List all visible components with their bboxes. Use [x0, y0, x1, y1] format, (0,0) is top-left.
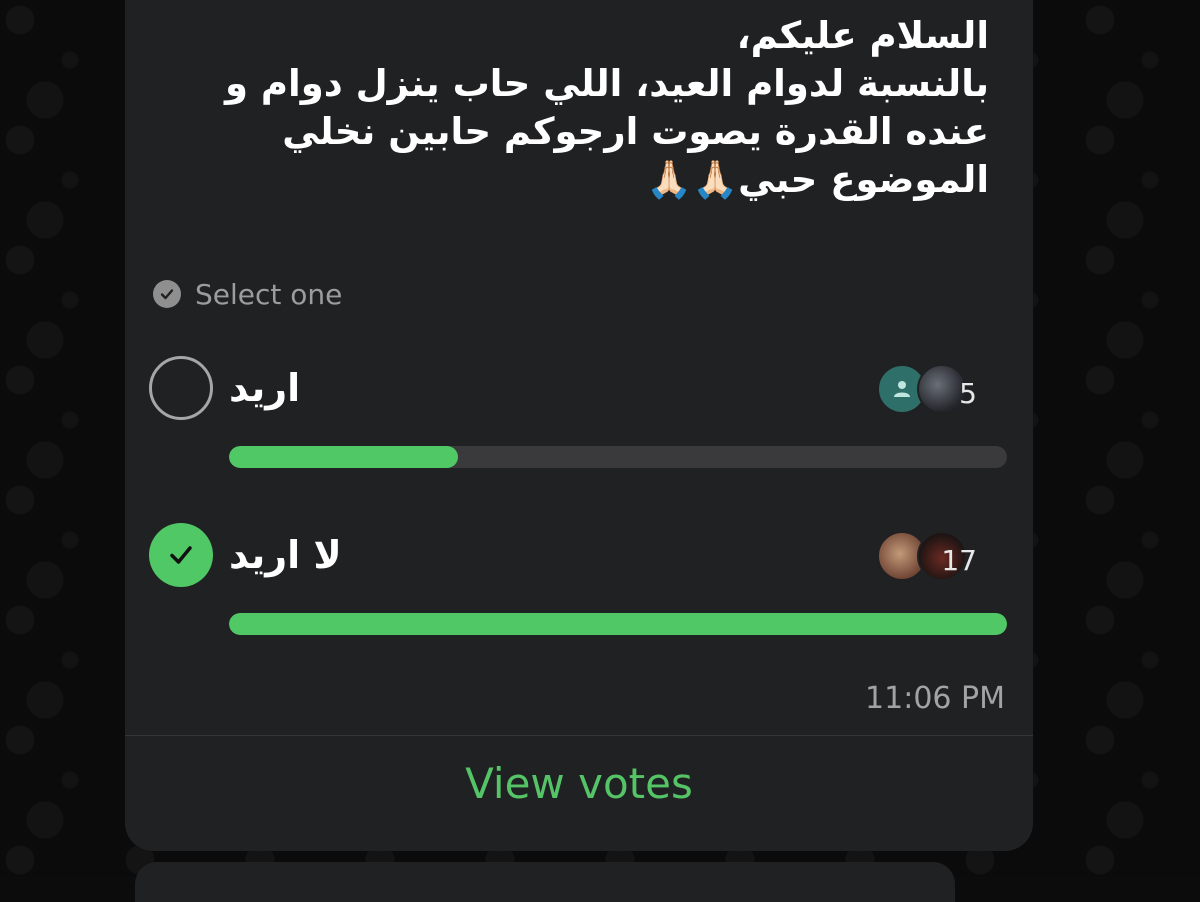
option-label: اريد	[229, 366, 301, 410]
voters-summary[interactable]: 5	[877, 364, 977, 414]
next-message-bubble	[135, 862, 955, 902]
check-circle-icon	[153, 280, 181, 308]
vote-progress-bar	[229, 446, 1007, 468]
select-one-hint: Select one	[153, 276, 342, 312]
radio-button[interactable]	[149, 356, 213, 420]
vote-count: 5	[959, 377, 977, 410]
select-one-label: Select one	[195, 277, 343, 311]
poll-option-1[interactable]: اريد 5	[147, 356, 1007, 468]
poll-message-bubble[interactable]: السلام عليكم، بالنسبة لدوام العيد، اللي …	[125, 0, 1033, 851]
voters-summary[interactable]: 17	[877, 531, 977, 581]
message-timestamp: 11:06 PM	[865, 681, 1005, 716]
vote-progress-bar	[229, 613, 1007, 635]
radio-button-selected[interactable]	[149, 523, 213, 587]
checkmark-icon	[170, 546, 192, 564]
vote-progress-fill	[229, 446, 458, 468]
message-text: السلام عليكم، بالنسبة لدوام العيد، اللي …	[225, 14, 989, 201]
poll-option-2[interactable]: لا اريد 17	[147, 523, 1007, 635]
view-votes-button[interactable]: View votes	[125, 736, 1033, 831]
vote-count: 17	[941, 544, 977, 577]
option-label: لا اريد	[229, 533, 342, 577]
vote-progress-fill	[229, 613, 1007, 635]
person-icon	[894, 381, 910, 397]
